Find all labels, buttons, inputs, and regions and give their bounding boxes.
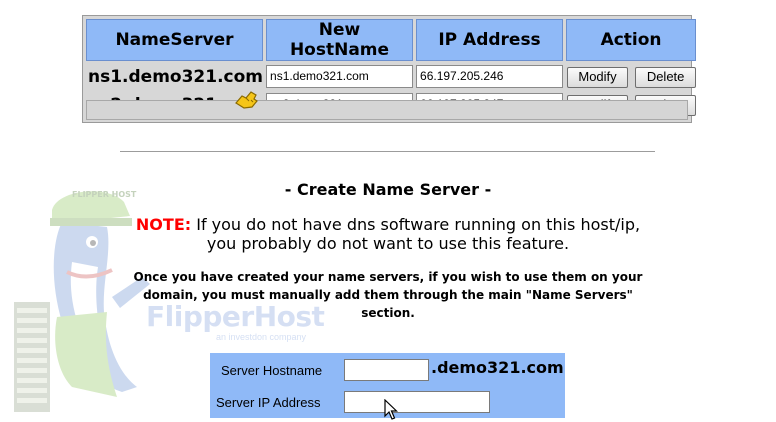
- note-line-1: If you do not have dns software running …: [196, 215, 641, 234]
- domain-suffix: .demo321.com: [431, 358, 564, 377]
- info-line-3: section.: [361, 306, 415, 320]
- server-hostname-input[interactable]: [344, 359, 429, 381]
- column-header-new-hostname: New HostName: [266, 19, 414, 61]
- info-line-2: domain, you must manually add them throu…: [143, 288, 633, 302]
- note-message: NOTE: If you do not have dns software ru…: [0, 215, 776, 253]
- note-keyword: NOTE:: [135, 215, 192, 234]
- column-header-action: Action: [566, 19, 697, 61]
- ip-address-input[interactable]: 66.197.205.246: [416, 65, 564, 88]
- watermark-tagline: an investdon company: [216, 332, 307, 342]
- column-header-nameserver: NameServer: [86, 19, 264, 61]
- info-line-1: Once you have created your name servers,…: [133, 270, 643, 284]
- server-ip-address-input[interactable]: [344, 391, 490, 413]
- pointer-hand-icon: [235, 91, 258, 109]
- nameserver-name: ns1.demo321.com: [88, 66, 264, 87]
- modify-button[interactable]: Modify: [567, 66, 629, 88]
- note-line-2: you probably do not want to use this fea…: [206, 234, 570, 253]
- mouse-cursor-icon: [384, 399, 398, 420]
- table-header-row: NameServer New HostName IP Address Actio…: [86, 19, 697, 61]
- info-message: Once you have created your name servers,…: [100, 268, 676, 322]
- nameserver-table-panel: NameServer New HostName IP Address Actio…: [82, 15, 697, 123]
- section-divider: [120, 151, 655, 152]
- table-row: ns1.demo321.com ns1.demo321.com 66.197.2…: [86, 64, 697, 89]
- delete-button[interactable]: Delete: [635, 66, 697, 88]
- create-name-server-title: - Create Name Server -: [284, 180, 492, 199]
- server-ip-address-label: Server IP Address: [216, 395, 321, 410]
- column-header-ip-address: IP Address: [416, 19, 564, 61]
- server-hostname-label: Server Hostname: [221, 363, 323, 378]
- table-footer-bar: [86, 100, 688, 120]
- new-hostname-input[interactable]: ns1.demo321.com: [266, 65, 414, 88]
